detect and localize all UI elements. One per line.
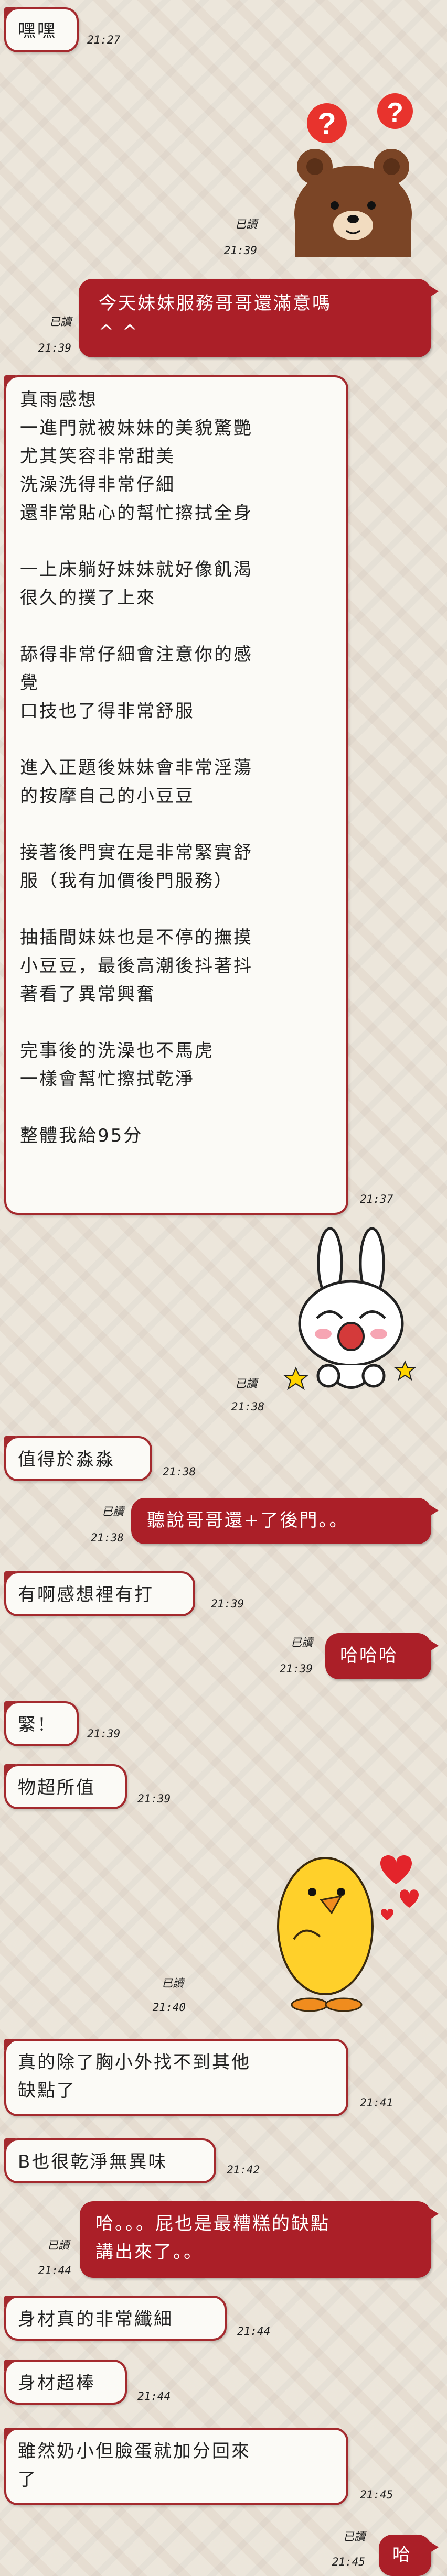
read-receipt: 已讀 <box>162 1977 184 1990</box>
message-time: 21:44 <box>38 2264 71 2277</box>
read-receipt: 已讀 <box>102 1505 124 1518</box>
chat-message-outgoing[interactable]: 哈。。。屁也是最糟糕的缺點 講出來了。。 <box>80 2201 439 2278</box>
chat-message-incoming[interactable]: 身材超棒 <box>4 2360 127 2405</box>
message-time: 21:27 <box>87 34 121 46</box>
chat-message-incoming[interactable]: 值得於淼淼 <box>4 1436 152 1481</box>
message-time: 21:45 <box>332 2556 365 2568</box>
chat-message-outgoing[interactable]: 哈 <box>379 2535 439 2576</box>
chat-message-incoming[interactable]: 緊！ <box>4 1701 79 1746</box>
read-receipt: 已讀 <box>47 2239 69 2252</box>
chat-message-outgoing[interactable]: 聽說哥哥還+了後門。。 <box>131 1498 439 1544</box>
message-time: 21:38 <box>163 1465 196 1478</box>
read-receipt: 已讀 <box>49 316 71 328</box>
message-time: 21:37 <box>360 1193 393 1205</box>
chat-message-incoming[interactable]: B也很乾淨無異味 <box>4 2138 216 2183</box>
read-receipt: 已讀 <box>343 2530 365 2543</box>
message-time: 21:39 <box>279 1662 313 1675</box>
chat-message-incoming[interactable]: 真雨感想 一進門就被妹妹的美貌驚艷 尤其笑容非常甜美 洗澡洗得非常仔細 還非常貼… <box>4 375 348 1215</box>
message-time: 21:41 <box>360 2096 393 2109</box>
message-time: 21:42 <box>227 2164 260 2176</box>
svg-text:?: ? <box>317 107 336 141</box>
chat-message-outgoing[interactable]: 哈哈哈 <box>325 1633 439 1679</box>
message-time: 21:44 <box>137 2390 171 2403</box>
message-time: 21:39 <box>38 342 71 354</box>
chat-message-incoming[interactable]: 雖然奶小但臉蛋就加分回來 了 <box>4 2428 348 2505</box>
cony-rabbit-sticker[interactable] <box>280 1226 422 1415</box>
message-time: 21:44 <box>237 2325 271 2338</box>
message-time: 21:40 <box>152 2001 186 2014</box>
sally-chick-heart-sticker[interactable] <box>262 1834 430 2018</box>
message-time: 21:39 <box>211 1597 244 1610</box>
brown-bear-question-sticker[interactable]: ? ? <box>277 73 434 262</box>
chat-message-incoming[interactable]: 嘿嘿 <box>4 7 79 52</box>
read-receipt: 已讀 <box>235 1377 257 1390</box>
chat-message-incoming[interactable]: 物超所值 <box>4 1764 127 1809</box>
read-receipt: 已讀 <box>291 1636 313 1649</box>
message-time: 21:38 <box>90 1531 124 1544</box>
message-time: 21:39 <box>87 1727 121 1740</box>
read-receipt: 已讀 <box>235 218 257 231</box>
message-time: 21:39 <box>224 244 257 257</box>
chat-message-incoming[interactable]: 有啊感想裡有打 <box>4 1571 195 1616</box>
chat-message-incoming[interactable]: 真的除了胸小外找不到其他 缺點了 <box>4 2039 348 2116</box>
chat-message-outgoing[interactable]: 今天妹妹服務哥哥還滿意嗎 ^ ^ <box>79 279 439 357</box>
message-time: 21:39 <box>137 1792 171 1805</box>
chat-message-incoming[interactable]: 身材真的非常纖細 <box>4 2296 227 2341</box>
message-time: 21:38 <box>231 1400 264 1413</box>
svg-text:?: ? <box>387 97 403 128</box>
message-time: 21:45 <box>360 2488 393 2501</box>
